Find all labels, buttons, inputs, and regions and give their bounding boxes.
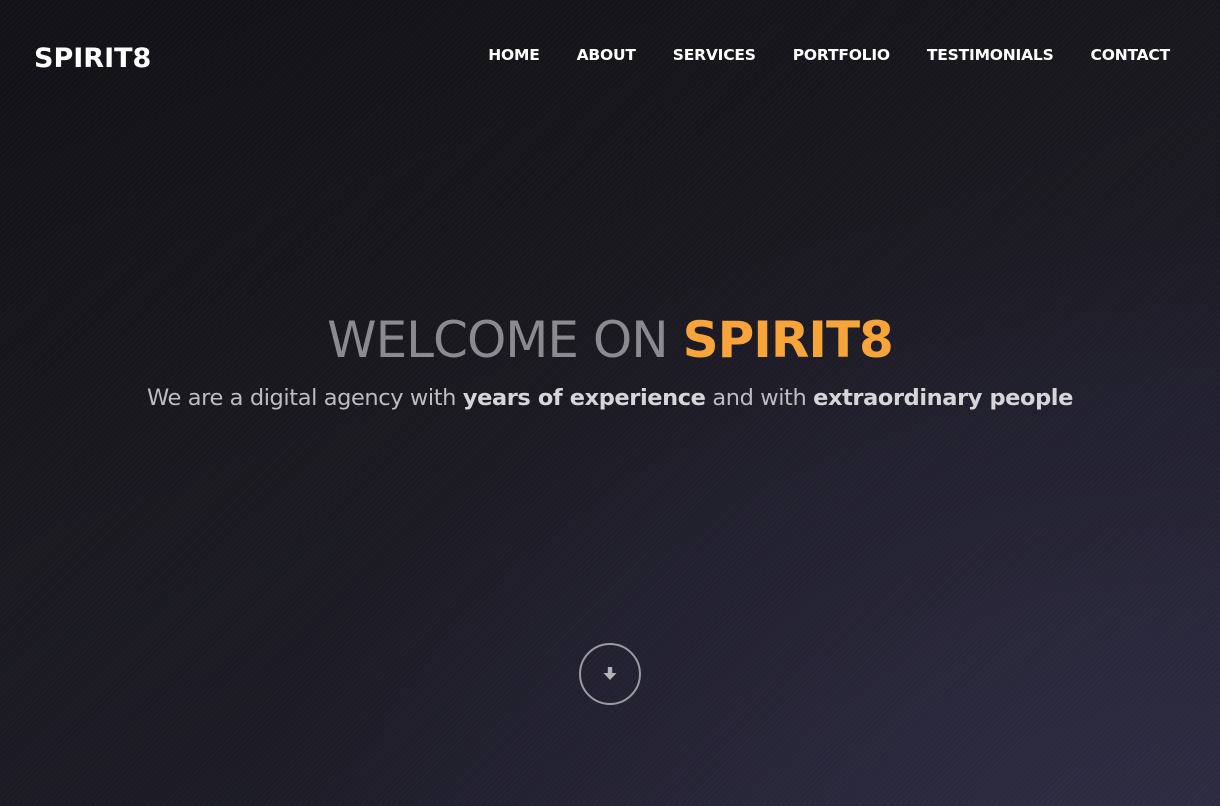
hero-subtitle-bold2: extraordinary people [813,385,1073,411]
hero-subtitle-bold1: years of experience [462,385,706,411]
arrow-down-icon [603,667,617,680]
nav-portfolio[interactable]: PORTFOLIO [793,42,890,68]
hero-title: WELCOME ON SPIRIT8 [0,300,1220,380]
hero-title-prefix: WELCOME ON [327,311,683,369]
nav-testimonials[interactable]: TESTIMONIALS [927,42,1054,68]
nav-about[interactable]: ABOUT [577,42,636,68]
hero-subtitle-part2: and with [705,385,814,411]
nav-contact[interactable]: CONTACT [1091,42,1171,68]
brand-logo[interactable]: SPIRIT8 [34,40,151,78]
hero-subtitle-part1: We are a digital agency with [147,385,463,411]
navbar: SPIRIT8 HOME ABOUT SERVICES PORTFOLIO TE… [0,0,1220,110]
nav-home[interactable]: HOME [488,42,540,68]
scroll-down-button[interactable] [579,643,641,705]
hero-title-accent: SPIRIT8 [682,311,894,369]
hero-section: WELCOME ON SPIRIT8 We are a digital agen… [0,300,1220,416]
nav-services[interactable]: SERVICES [673,42,756,68]
main-nav: HOME ABOUT SERVICES PORTFOLIO TESTIMONIA… [488,42,1170,68]
hero-subtitle: We are a digital agency with years of ex… [0,380,1220,416]
